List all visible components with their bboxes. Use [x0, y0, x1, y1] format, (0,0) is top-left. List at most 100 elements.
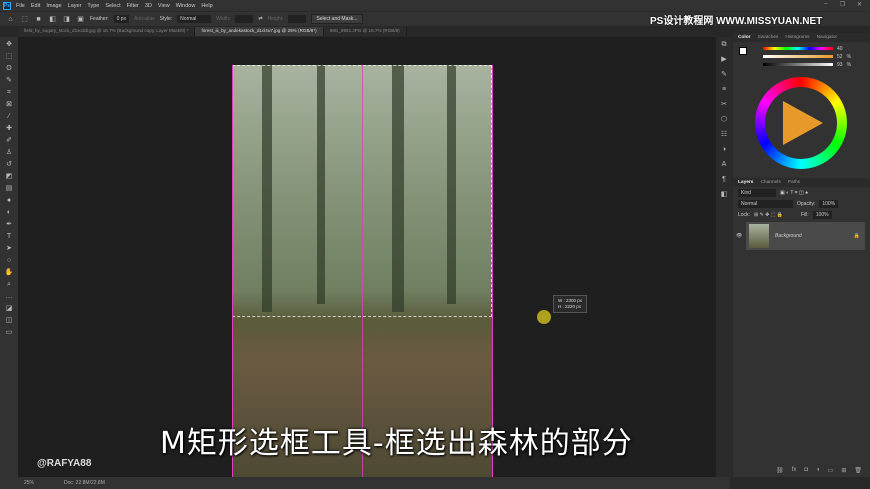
hand-tool-icon[interactable]: ✋	[5, 268, 14, 277]
crop-tool-icon[interactable]: ⌗	[5, 88, 14, 97]
mask-icon[interactable]: ◘	[804, 467, 808, 474]
tab-swatches[interactable]: Swatches	[758, 35, 779, 40]
menu-layer[interactable]: Layer	[68, 3, 82, 9]
menu-edit[interactable]: Edit	[31, 3, 40, 9]
layer-comps-icon[interactable]: ◧	[720, 190, 729, 199]
fill-input[interactable]: 100%	[812, 210, 832, 219]
new-selection-icon[interactable]: ■	[34, 15, 43, 24]
tab-document-3[interactable]: IMG_9951.JPG @ 16.7% (RGB/8)	[323, 27, 407, 36]
hue-slider[interactable]	[763, 47, 833, 50]
layer-row[interactable]: Background 🔒	[746, 222, 865, 250]
quick-mask-icon[interactable]: ◫	[5, 316, 14, 325]
properties-icon[interactable]: ☷	[720, 130, 729, 139]
lasso-tool-icon[interactable]: ʘ	[5, 64, 14, 73]
brush-tool-icon[interactable]: ✐	[5, 136, 14, 145]
adjustments-icon[interactable]: ◑	[720, 145, 729, 154]
filter-icons[interactable]: ▣ ◐ T ⌗ ◫ ●	[780, 190, 808, 196]
layer-name[interactable]: Background	[775, 233, 802, 239]
shape-tool-icon[interactable]: ○	[5, 256, 14, 265]
zoom-level[interactable]: 25%	[24, 480, 34, 486]
saturation-value[interactable]: 52	[837, 54, 843, 60]
path-select-icon[interactable]: ➤	[5, 244, 14, 253]
new-layer-icon[interactable]: ⊞	[841, 467, 846, 474]
tab-color[interactable]: Color	[738, 35, 751, 40]
canvas-area[interactable]: W : 2300 px H : 2220 px	[18, 37, 731, 477]
move-tool-icon[interactable]: ✥	[5, 40, 14, 49]
tab-paths[interactable]: Paths	[788, 180, 800, 185]
opacity-input[interactable]: 100%	[819, 199, 839, 208]
history-icon[interactable]: ⧉	[720, 40, 729, 49]
tools-icon[interactable]: ✂	[720, 100, 729, 109]
select-and-mask-button[interactable]: Select and Mask...	[311, 14, 363, 24]
close-icon[interactable]: ✕	[857, 1, 862, 8]
color-wheel[interactable]	[755, 77, 847, 169]
adjust-icon[interactable]: ≡	[720, 85, 729, 94]
play-icon[interactable]: ▶	[720, 55, 729, 64]
brush-settings-icon[interactable]: ✎	[720, 70, 729, 79]
lock-icons[interactable]: ⊞ ✎ ✥ ⬚ 🔒	[754, 212, 783, 218]
marquee-tool-icon[interactable]: ⬚	[5, 52, 14, 61]
visibility-eye-icon[interactable]: 👁	[736, 233, 744, 239]
intersect-selection-icon[interactable]: ▣	[76, 15, 85, 24]
minimize-icon[interactable]: –	[824, 1, 827, 8]
tab-document-1[interactable]: field_by_sugary_stock_d1xo3di.jpg @ 16.7…	[18, 27, 196, 36]
delete-icon[interactable]: 🗑	[854, 467, 862, 474]
feather-input[interactable]: 0 px	[113, 15, 130, 23]
tab-navigator[interactable]: Navigator	[817, 35, 838, 40]
swap-icon[interactable]: ⇄	[258, 16, 262, 22]
adjustment-layer-icon[interactable]: ◑	[816, 467, 820, 474]
restore-icon[interactable]: ❐	[840, 1, 845, 8]
color-triangle[interactable]	[783, 101, 823, 145]
menu-window[interactable]: Window	[176, 3, 196, 9]
style-select[interactable]: Normal	[177, 15, 212, 23]
zoom-tool-icon[interactable]: ⌕	[5, 280, 14, 289]
healing-tool-icon[interactable]: ✚	[5, 124, 14, 133]
add-selection-icon[interactable]: ◧	[48, 15, 57, 24]
antialias-checkbox[interactable]: Anti-alias	[134, 16, 155, 22]
tab-channels[interactable]: Channels	[760, 180, 780, 185]
type-tool-icon[interactable]: T	[5, 232, 14, 241]
width-input[interactable]	[235, 15, 254, 23]
dodge-tool-icon[interactable]: ◐	[5, 208, 14, 217]
stamp-tool-icon[interactable]: ♙	[5, 148, 14, 157]
layer-filter-select[interactable]: Kind	[738, 188, 776, 197]
menu-image[interactable]: Image	[46, 3, 61, 9]
gradient-tool-icon[interactable]: ▤	[5, 184, 14, 193]
brightness-slider[interactable]	[763, 63, 833, 66]
eyedropper-tool-icon[interactable]: ⁄	[5, 112, 14, 121]
menu-filter[interactable]: Filter	[127, 3, 139, 9]
paragraph-icon[interactable]: ¶	[720, 175, 729, 184]
menu-file[interactable]: File	[16, 3, 25, 9]
link-icon[interactable]: ⛓	[776, 467, 784, 474]
home-icon[interactable]: ⌂	[6, 15, 15, 24]
menu-3d[interactable]: 3D	[145, 3, 152, 9]
saturation-slider[interactable]	[763, 55, 833, 58]
more-tools-icon[interactable]: …	[5, 292, 14, 301]
foreground-color[interactable]	[739, 47, 747, 55]
color-swatch-icon[interactable]: ◪	[5, 304, 14, 313]
menu-view[interactable]: View	[158, 3, 170, 9]
blend-mode-select[interactable]: Normal	[738, 199, 793, 208]
brightness-value[interactable]: 93	[837, 62, 843, 68]
history-brush-icon[interactable]: ↺	[5, 160, 14, 169]
group-icon[interactable]: ▭	[828, 467, 834, 474]
tab-histograms[interactable]: Histograms	[785, 35, 809, 40]
character-icon[interactable]: A	[720, 160, 729, 169]
subtract-selection-icon[interactable]: ◨	[62, 15, 71, 24]
menu-select[interactable]: Select	[105, 3, 120, 9]
marquee-preset-icon[interactable]: ⬚	[20, 15, 29, 24]
eraser-tool-icon[interactable]: ◩	[5, 172, 14, 181]
blur-tool-icon[interactable]: ●	[5, 196, 14, 205]
frame-tool-icon[interactable]: ⊠	[5, 100, 14, 109]
pen-tool-icon[interactable]: ✒	[5, 220, 14, 229]
height-input[interactable]	[288, 15, 307, 23]
menu-help[interactable]: Help	[201, 3, 212, 9]
screen-mode-icon[interactable]: ▭	[5, 328, 14, 337]
tab-layers[interactable]: Layers	[738, 180, 753, 185]
quick-select-tool-icon[interactable]: ✎	[5, 76, 14, 85]
menu-type[interactable]: Type	[87, 3, 99, 9]
fx-icon[interactable]: fx	[792, 467, 797, 474]
3d-icon[interactable]: ⬡	[720, 115, 729, 124]
tab-document-2[interactable]: forest_iii_by_andekastock_d1cl4u7.jpg @ …	[195, 27, 324, 36]
hue-value[interactable]: 40	[837, 46, 843, 52]
